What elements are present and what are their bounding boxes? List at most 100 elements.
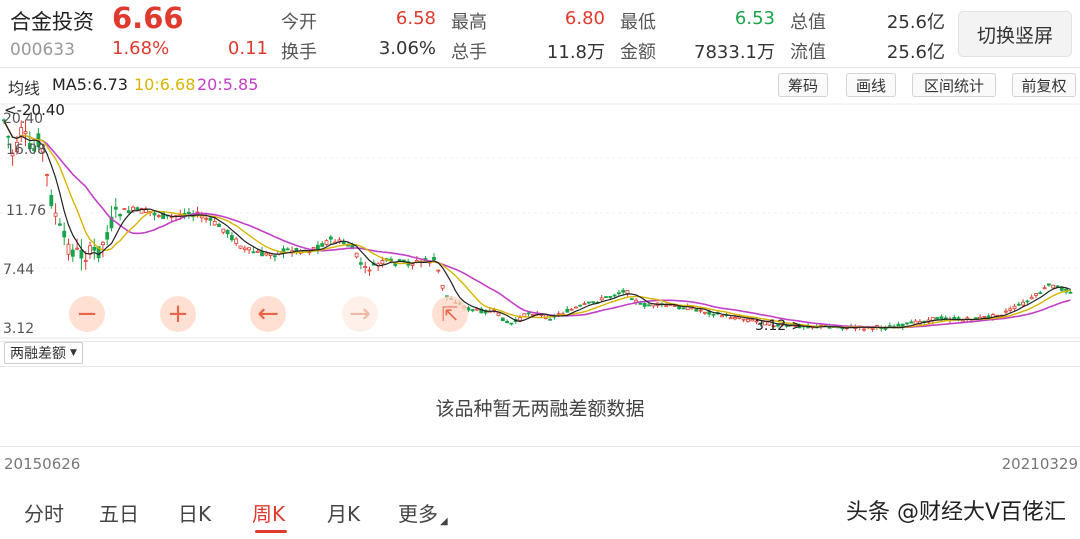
candle-body xyxy=(53,212,58,217)
candle-body xyxy=(728,317,733,320)
candle-body xyxy=(621,289,626,293)
candle-body xyxy=(311,246,316,250)
candle-body xyxy=(294,248,299,251)
candle-body xyxy=(647,304,651,307)
candle-body xyxy=(746,318,750,322)
indicator-label: 两融差额 xyxy=(10,346,66,362)
header-divider xyxy=(0,67,1080,68)
candle-body xyxy=(186,211,191,215)
tab-more[interactable]: 更多 ◢ xyxy=(398,498,448,527)
watermark: 头条 @财经大V百佬汇 xyxy=(845,500,1066,525)
candle-body xyxy=(62,230,67,238)
float-cap-value: 25.6亿 xyxy=(886,42,945,63)
open-label: 今开 xyxy=(281,12,317,33)
stock-price: 6.66 xyxy=(112,1,184,35)
chips-button[interactable]: 筹码 xyxy=(778,73,828,97)
candle-body xyxy=(410,263,415,266)
candle-body xyxy=(608,296,613,298)
candle-body xyxy=(569,308,574,311)
candle-body xyxy=(58,223,62,226)
candle-body xyxy=(238,245,243,249)
zoom-out-button[interactable]: − xyxy=(69,296,105,332)
tab-intraday[interactable]: 分时 xyxy=(24,498,64,527)
candle-body xyxy=(909,321,914,324)
indicator-select[interactable]: 两融差额 ▼ xyxy=(4,342,83,364)
tab-more-label: 更多 xyxy=(398,502,438,526)
candle-body xyxy=(905,322,909,325)
candle-body xyxy=(66,243,71,255)
candle-body xyxy=(1021,301,1025,306)
candle-body xyxy=(23,131,28,134)
candle-body xyxy=(694,308,699,312)
candle-body xyxy=(1012,305,1017,310)
candle-body xyxy=(500,317,505,322)
candle-body xyxy=(939,316,944,320)
candle-body xyxy=(599,297,604,301)
ma10-line xyxy=(3,120,1071,329)
candle-body xyxy=(45,174,49,177)
candle-body xyxy=(711,313,716,316)
candle-body xyxy=(574,306,578,309)
y-label-4: 7.44 xyxy=(3,262,34,278)
candle-body xyxy=(586,301,591,304)
low-value: 6.53 xyxy=(734,8,775,29)
y-label-3: 11.76 xyxy=(6,203,46,219)
max-price-marker: <-20.40 xyxy=(4,101,65,119)
sub-divider xyxy=(0,366,1080,367)
candle-body xyxy=(251,251,256,254)
tab-monthly-k[interactable]: 月K xyxy=(327,498,360,527)
candle-body xyxy=(629,298,634,301)
tab-five-day[interactable]: 五日 xyxy=(99,498,139,527)
candle-body xyxy=(397,259,402,262)
candle-body xyxy=(70,249,75,257)
candle-body xyxy=(367,269,372,272)
candle-body xyxy=(113,206,118,210)
draw-line-button[interactable]: 画线 xyxy=(846,73,896,97)
pan-left-button[interactable]: ← xyxy=(250,296,286,332)
candle-body xyxy=(255,250,260,253)
open-value: 6.58 xyxy=(395,8,436,29)
switch-portrait-button[interactable]: 切换竖屏 xyxy=(958,11,1072,57)
candle-body xyxy=(92,246,97,251)
high-value: 6.80 xyxy=(564,8,605,29)
candle-body xyxy=(83,260,88,262)
candle-body xyxy=(122,208,127,211)
caret-icon: ◢ xyxy=(440,516,448,527)
candle-body xyxy=(741,318,746,321)
candle-body xyxy=(152,212,157,216)
candle-body xyxy=(870,327,875,330)
candle-body xyxy=(264,252,269,256)
arrow-right-icon: → xyxy=(349,299,371,329)
candle-body xyxy=(208,217,213,221)
candle-body xyxy=(229,235,234,241)
adjust-button[interactable]: 前复权 xyxy=(1012,73,1076,97)
candle-body xyxy=(1004,310,1008,313)
tab-daily-k[interactable]: 日K xyxy=(178,498,211,527)
candle-body xyxy=(475,308,479,311)
range-stats-button[interactable]: 区间统计 xyxy=(912,73,996,97)
jump-start-button[interactable]: ⇱ xyxy=(432,296,468,332)
candle-body xyxy=(862,328,866,331)
ma-title[interactable]: 均线 xyxy=(8,75,40,99)
candle-body xyxy=(935,317,939,320)
empty-state-message: 该品种暂无两融差额数据 xyxy=(435,398,645,420)
candle-body xyxy=(105,232,110,240)
candle-body xyxy=(328,236,333,240)
candle-body xyxy=(79,249,84,259)
candle-body xyxy=(75,247,79,250)
candle-body xyxy=(896,323,901,327)
minus-icon: − xyxy=(76,299,98,329)
stock-code: 000633 xyxy=(10,40,75,60)
candle-body xyxy=(285,248,290,251)
float-cap-label: 流值 xyxy=(790,42,826,63)
pan-right-button[interactable]: → xyxy=(342,296,378,332)
candle-body xyxy=(526,312,531,315)
candle-body xyxy=(509,322,514,325)
stock-name: 合金投资 xyxy=(10,10,94,34)
arrow-left-end-icon: ⇱ xyxy=(441,302,459,326)
zoom-in-button[interactable]: + xyxy=(160,296,196,332)
sub-bottom-divider xyxy=(0,446,1080,447)
candle-body xyxy=(681,307,686,310)
tab-weekly-k[interactable]: 周K xyxy=(252,498,285,527)
candle-body xyxy=(440,284,445,289)
